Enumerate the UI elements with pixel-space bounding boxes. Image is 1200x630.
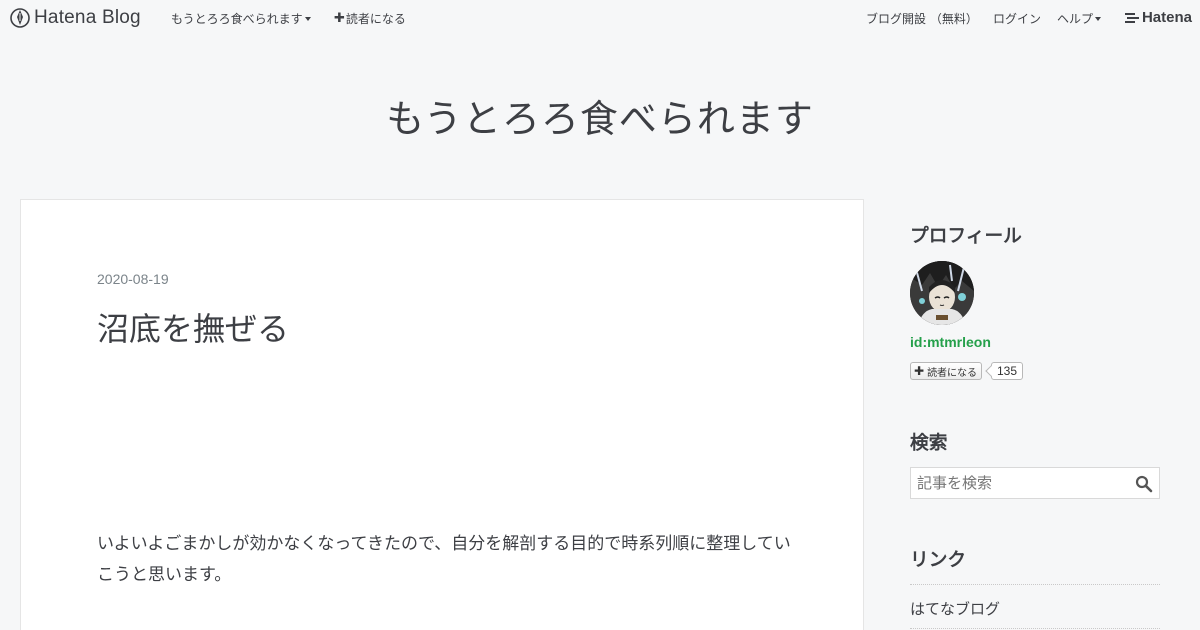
link-hatena-blog[interactable]: はてなブログ	[910, 598, 1000, 619]
logo-text: Hatena Blog	[34, 7, 141, 28]
hatena-blog-pen-icon	[10, 8, 30, 28]
help-label: ヘルプ	[1057, 12, 1094, 26]
global-header: Hatena Blog もうとろろ食べられます ✚ 読者になる ブログ開設 （無…	[0, 0, 1200, 36]
hatena-menu-icon	[1124, 12, 1139, 23]
links-heading: リンク	[910, 550, 967, 571]
search-icon	[1135, 475, 1153, 493]
start-blog-link[interactable]: ブログ開設 （無料）	[866, 10, 978, 27]
avatar[interactable]	[910, 261, 974, 325]
login-label: ログイン	[993, 12, 1042, 26]
entry-title[interactable]: 沼底を撫ぜる	[97, 304, 289, 350]
hatena-logo-text: Hatena	[1141, 9, 1192, 26]
entry-date[interactable]: 2020-08-19	[97, 271, 169, 287]
blog-menu[interactable]: もうとろろ食べられます	[171, 10, 311, 27]
subscribe-header-button[interactable]: ✚ 読者になる	[334, 10, 406, 27]
divider	[910, 628, 1160, 629]
profile-heading: プロフィール	[910, 226, 1022, 247]
login-link[interactable]: ログイン	[993, 10, 1041, 27]
entry-body: いよいよごまかしが効かなくなってきたので、自分を解剖する目的で時系列順に整理して…	[97, 534, 791, 585]
subscribe-button[interactable]: ✚ 読者になる	[910, 362, 983, 380]
chevron-down-icon	[304, 17, 311, 21]
help-menu[interactable]: ヘルプ	[1057, 10, 1102, 27]
start-blog-label: ブログ開設 （無料）	[866, 12, 978, 26]
hatena-blog-logo[interactable]: Hatena Blog	[10, 7, 141, 29]
search-form	[910, 467, 1160, 499]
divider	[910, 584, 1160, 585]
search-button[interactable]	[1135, 475, 1153, 493]
chevron-down-icon	[1095, 17, 1102, 21]
blog-menu-label: もうとろろ食べられます	[171, 12, 303, 26]
avatar-image	[910, 261, 974, 325]
hatena-logo[interactable]: Hatena	[1124, 9, 1192, 26]
subscribe-button-label: 読者になる	[927, 367, 978, 379]
search-heading: 検索	[910, 433, 948, 454]
blog-title[interactable]: もうとろろ食べられます	[0, 88, 1200, 143]
search-input[interactable]	[911, 468, 1131, 498]
plus-icon: ✚	[334, 11, 345, 26]
subscribe-header-label: 読者になる	[345, 12, 406, 26]
plus-icon: ✚	[914, 364, 925, 378]
profile-id-link[interactable]: id:mtmrleon	[910, 334, 991, 350]
entry-article: 2020-08-19 沼底を撫ぜる いよいよごまかしが効かなくなってきたので、自…	[20, 199, 864, 630]
subscriber-count[interactable]: 135	[991, 362, 1024, 380]
